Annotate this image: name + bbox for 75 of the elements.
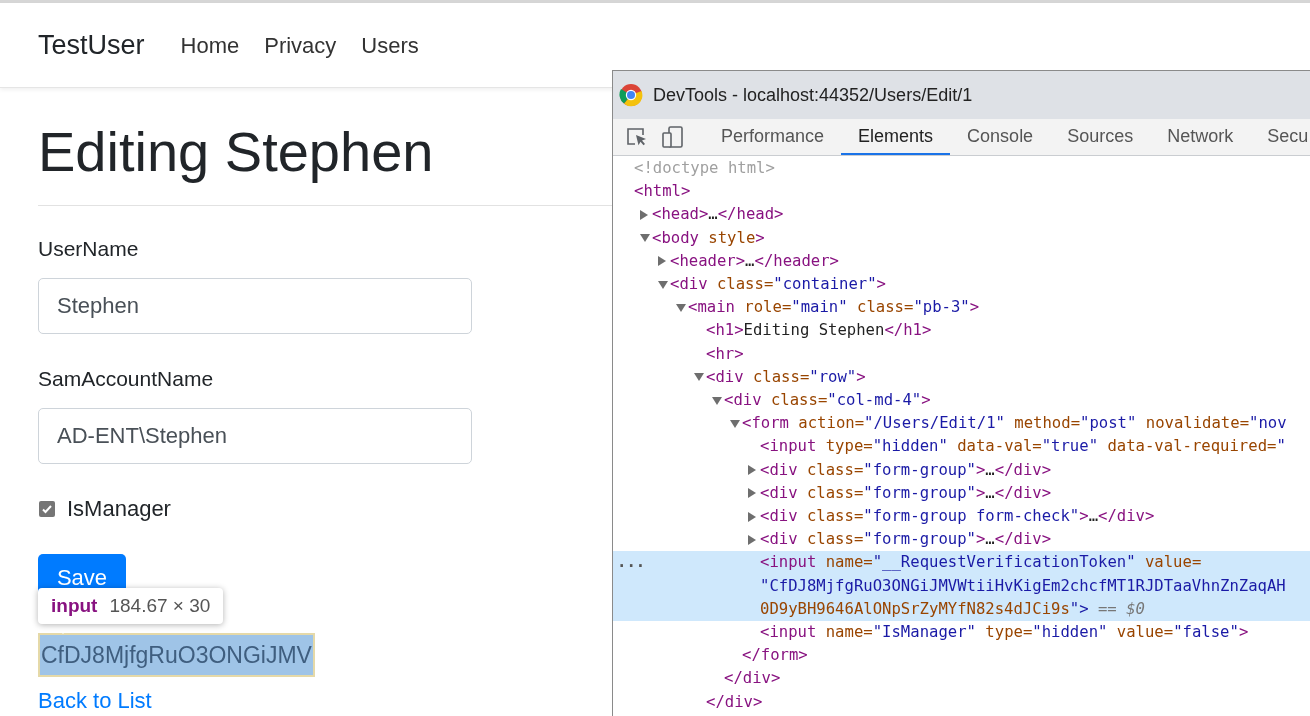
inspect-element-icon[interactable] <box>626 127 648 147</box>
nav-link[interactable]: Home <box>180 28 240 62</box>
window-title: DevTools - localhost:44352/Users/Edit/1 <box>653 83 973 107</box>
device-toggle-icon[interactable] <box>662 126 684 148</box>
panel-tab[interactable]: Performance <box>704 119 842 155</box>
code-text: <html> <box>634 181 691 203</box>
dom-node-row[interactable]: <hr> <box>613 342 1310 366</box>
expanded-triangle-icon[interactable] <box>712 396 722 405</box>
expanded-triangle-icon[interactable] <box>694 373 704 382</box>
code-text: <body style> <box>652 227 765 249</box>
dom-node-row[interactable]: <input name="IsManager" type="hidden" value="false"> <box>613 621 1310 645</box>
back-link[interactable]: Back to List <box>38 684 152 716</box>
expanded-triangle-icon[interactable] <box>676 303 686 312</box>
nav-link[interactable]: Users <box>361 28 419 62</box>
code-text: <input name="__RequestVerificationToken" value= "CfDJ8MjfgRuO3ONGiJMVWtiiHvKigEm2chcfMT1RJDTaaVhnZnZaqAH 0D9yBH9646AlONpSrZyMYfN82s4dJCi9s"> == $0 <box>760 552 1286 620</box>
code-text: <div class="col-md-4"> <box>724 390 931 412</box>
dom-node-row[interactable]: <div class="col-md-4"> <box>613 389 1310 413</box>
dom-node-row[interactable]: <html> <box>613 180 1310 204</box>
brand-link[interactable]: TestUser <box>38 24 145 66</box>
checkbox-label: IsManager <box>67 495 171 524</box>
code-text: <h1>Editing Stephen</h1> <box>706 320 932 342</box>
code-text: <div class="form-group">…</div> <box>760 482 1052 504</box>
more-options-dots[interactable]: ... <box>617 551 646 575</box>
expanded-triangle-icon[interactable] <box>640 234 650 243</box>
chrome-logo-icon <box>619 83 643 107</box>
code-text: <input name="IsManager" type="hidden" value="false"> <box>760 622 1249 644</box>
text-field[interactable]: AD-ENT\Stephen <box>38 408 472 465</box>
code-text: <!doctype html> <box>634 158 775 179</box>
code-text: <div class="form-group form-check">…</div> <box>760 506 1155 528</box>
collapsed-triangle-icon[interactable] <box>748 534 756 545</box>
dom-node-row[interactable]: <main role="main" class="pb-3"> <box>613 296 1310 320</box>
checkbox[interactable] <box>39 500 55 517</box>
collapsed-triangle-icon[interactable] <box>748 465 756 476</box>
dom-node-row[interactable]: <div class="row"> <box>613 365 1310 390</box>
collapsed-triangle-icon[interactable] <box>658 256 666 267</box>
dom-node-row[interactable]: <div class="form-group form-check">…</div> <box>613 505 1310 529</box>
page-heading: Editing Stephen <box>38 119 434 185</box>
dom-node-row[interactable]: <body style> <box>613 226 1310 250</box>
code-text: <main role="main" class="pb-3"> <box>688 297 980 319</box>
closing-tag-row-text: </form> <box>741 645 809 667</box>
closing-tag-row-text: </div> <box>705 691 764 713</box>
dom-node-row[interactable]: <div class="form-group">…</div> <box>613 458 1310 482</box>
dom-node-row[interactable]: <input type="hidden" data-val="true" data-val-required=" <box>613 435 1310 459</box>
expanded-triangle-icon[interactable] <box>730 419 740 428</box>
panel-tab[interactable]: Elements <box>841 119 951 155</box>
collapsed-triangle-icon[interactable] <box>748 511 756 522</box>
code-text: <head>…</head> <box>652 204 784 226</box>
code-text: <div class="form-group">…</div> <box>760 529 1052 551</box>
text-field[interactable]: Stephen <box>38 278 472 335</box>
dom-node-row[interactable]: <h1>Editing Stephen</h1> <box>613 319 1310 343</box>
panel-tab[interactable]: Secu <box>1250 119 1310 155</box>
nav-link[interactable]: Privacy <box>264 28 337 62</box>
closing-tag-row-text: </div> <box>723 668 782 690</box>
code-text: <input type="hidden" data-val="true" data-val-required=" <box>760 436 1286 458</box>
dom-node-row[interactable]: <header>…</header> <box>613 249 1310 273</box>
expanded-triangle-icon[interactable] <box>658 280 668 289</box>
dom-node-row[interactable]: <div class="container"> <box>613 273 1310 297</box>
code-text: <header>…</header> <box>670 250 839 272</box>
field-label: UserName <box>38 236 140 263</box>
code-text: <div class="container"> <box>670 274 886 295</box>
dom-node-row[interactable]: <div class="form-group">…</div> <box>613 481 1310 506</box>
code-text: <div class="row"> <box>706 366 866 388</box>
field-label: SamAccountName <box>38 366 215 393</box>
collapsed-triangle-icon[interactable] <box>748 488 756 499</box>
panel-tab[interactable]: Sources <box>1050 119 1151 155</box>
dom-node-row[interactable]: <form action="/Users/Edit/1" method="post" novalidate="nov <box>613 412 1310 436</box>
panel-tab[interactable]: Console <box>950 119 1051 155</box>
dom-node-row[interactable]: <head>…</head> <box>613 203 1310 227</box>
code-text: <div class="form-group">…</div> <box>760 459 1052 481</box>
code-text: <form action="/Users/Edit/1" method="post" novalidate="nov <box>742 413 1287 435</box>
dom-node-row[interactable]: <div class="form-group">…</div> <box>613 528 1310 552</box>
dom-node-row[interactable]: <input name="__RequestVerificationToken" value= "CfDJ8MjfgRuO3ONGiJMVWtiiHvKigEm2chcfMT1RJDTaaVhnZnZaqAH 0D9yBH9646AlONpSrZyMYfN82s4dJCi9s"> == $0 ... <box>613 551 1310 622</box>
collapsed-triangle-icon[interactable] <box>640 210 648 220</box>
code-text: <hr> <box>706 343 744 365</box>
panel-tab[interactable]: Network <box>1150 119 1251 155</box>
